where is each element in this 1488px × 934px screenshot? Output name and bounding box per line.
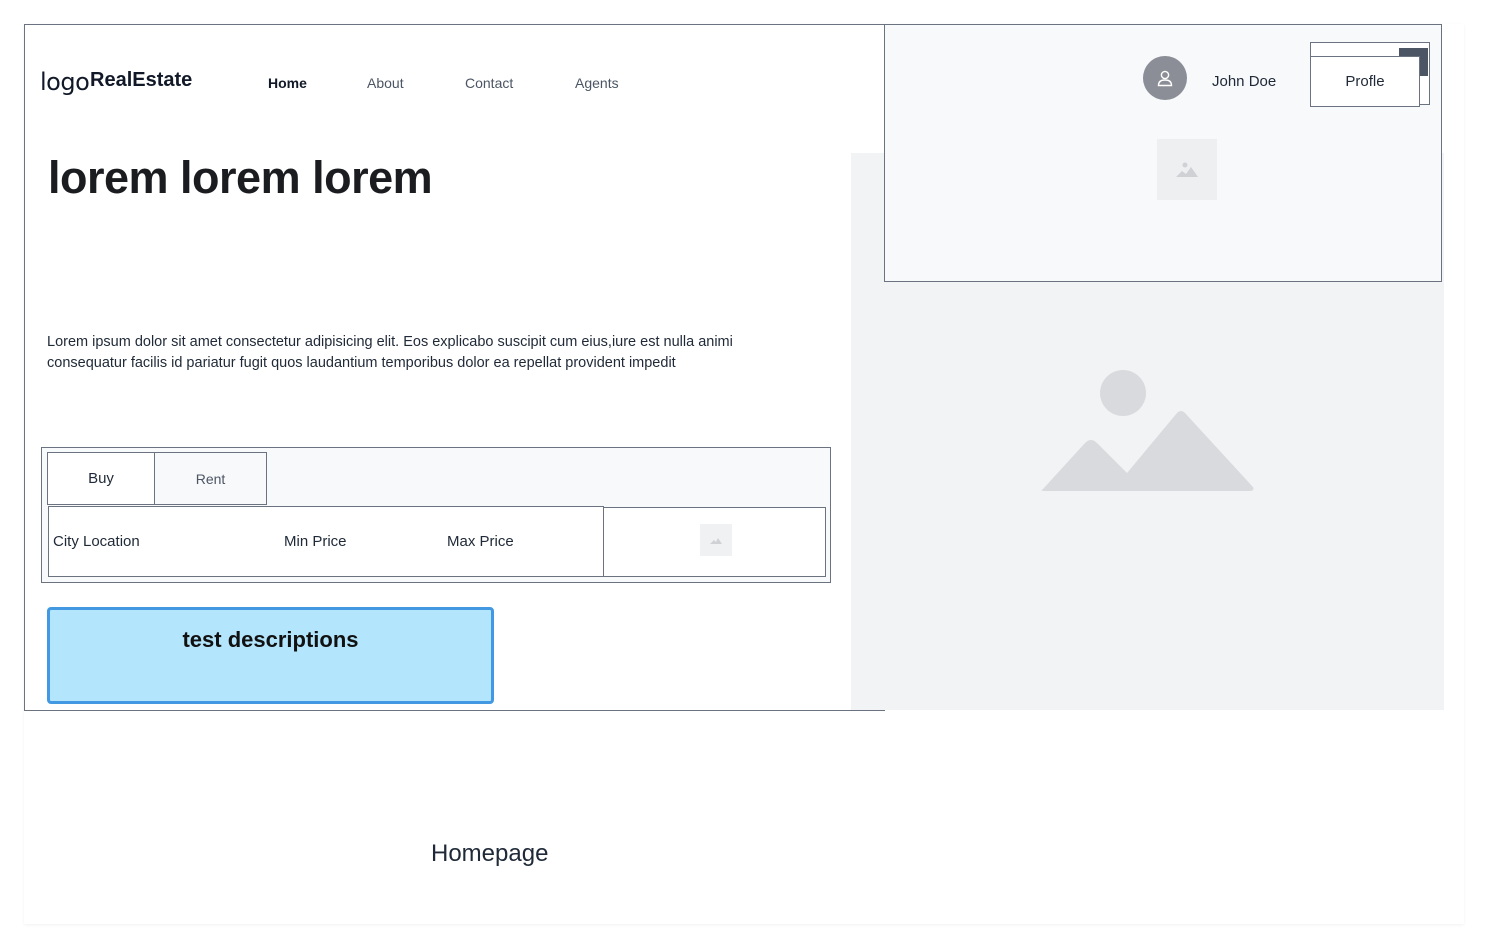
profile-image-placeholder (1157, 139, 1217, 200)
image-placeholder-icon (710, 537, 722, 544)
nav-about[interactable]: About (367, 75, 404, 91)
image-placeholder-icon (1176, 162, 1198, 177)
brand-name[interactable]: RealEstate (90, 69, 192, 92)
hero-paragraph: Lorem ipsum dolor sit amet consectetur a… (47, 334, 733, 371)
user-icon (1157, 70, 1173, 87)
search-button[interactable] (603, 507, 826, 577)
hero-headline: lorem lorem lorem (48, 152, 433, 203)
avatar[interactable] (1143, 56, 1187, 100)
nav-contact[interactable]: Contact (465, 75, 513, 91)
nav-home[interactable]: Home (268, 75, 307, 91)
page-label: Homepage (431, 840, 549, 867)
min-price-field[interactable]: Min Price (284, 533, 347, 550)
annotation-note-title: test descriptions (182, 627, 359, 652)
logo[interactable]: logo (40, 68, 90, 96)
max-price-field[interactable]: Max Price (447, 533, 514, 550)
profile-button[interactable]: Profle (1310, 56, 1420, 107)
search-button-image (700, 524, 732, 556)
annotation-note: test descriptions (47, 607, 494, 704)
tab-rent[interactable]: Rent (154, 452, 267, 505)
image-placeholder-icon (1041, 370, 1254, 491)
nav-agents[interactable]: Agents (575, 75, 619, 91)
user-name: John Doe (1212, 73, 1277, 90)
city-location-field[interactable]: City Location (53, 533, 140, 550)
tab-buy[interactable]: Buy (47, 452, 155, 505)
